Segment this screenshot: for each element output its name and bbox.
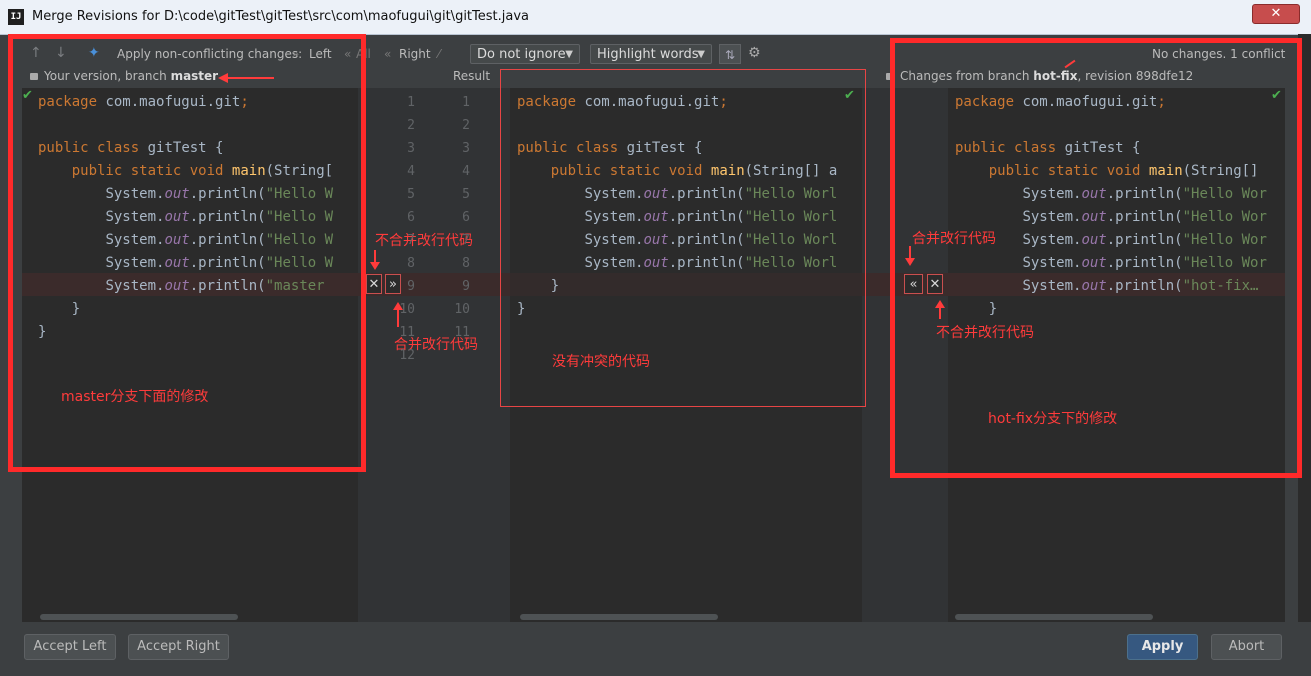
wand-icon[interactable]: ⁄ [438, 47, 440, 61]
result-scrollbar[interactable] [520, 614, 718, 620]
highlight-dropdown-value: Highlight words [597, 47, 699, 62]
line-number: 6 [407, 210, 415, 225]
line-number: 5 [407, 187, 415, 202]
arrow-left-icon [218, 73, 228, 83]
apply-right-link[interactable]: Right [399, 47, 431, 61]
arrow-down-icon [905, 258, 915, 266]
sync-scroll-icon[interactable]: ⇅ [719, 44, 741, 64]
line-number: 1 [407, 95, 415, 110]
chevron-down-icon: ▼ [697, 49, 705, 60]
line-number: 10 [399, 302, 415, 317]
annotation-middle: 没有冲突的代码 [552, 354, 650, 370]
accept-left-button[interactable]: Accept Left [24, 634, 116, 660]
left-scrollbar[interactable] [40, 614, 238, 620]
line-number: 10 [454, 302, 470, 317]
line-number: 5 [462, 187, 470, 202]
arrow-line [228, 77, 274, 79]
line-number: 9 [462, 279, 470, 294]
ignore-dropdown[interactable]: Do not ignore ▼ [470, 44, 580, 64]
line-number: 11 [399, 325, 415, 340]
ignore-dropdown-value: Do not ignore [477, 47, 566, 62]
left-gutter [358, 88, 510, 622]
line-number: 8 [462, 256, 470, 271]
window-title: Merge Revisions for D:\code\gitTest\gitT… [32, 9, 529, 24]
close-button[interactable]: ✕ [1252, 4, 1300, 24]
line-number: 3 [407, 141, 415, 156]
annotation-master: master分支下面的修改 [61, 389, 209, 405]
bottom-bar: Accept Left Accept Right Apply Abort [0, 622, 1311, 676]
line-number: 2 [462, 118, 470, 133]
line-number: 8 [407, 256, 415, 271]
annotation-hotfix: hot-fix分支下的修改 [988, 411, 1118, 427]
right-scrollbar[interactable] [955, 614, 1153, 620]
apply-button[interactable]: Apply [1127, 634, 1198, 660]
intellij-icon: IJ [8, 9, 24, 25]
result-header: Result [453, 69, 491, 83]
abort-button[interactable]: Abort [1211, 634, 1282, 660]
accept-right-button[interactable]: Accept Right [128, 634, 229, 660]
title-bar: IJ Merge Revisions for D:\code\gitTest\g… [0, 0, 1311, 35]
line-number: 9 [407, 279, 415, 294]
double-chevron-left-icon: « [384, 47, 392, 61]
line-number: 4 [462, 164, 470, 179]
gear-icon[interactable]: ⚙ [748, 45, 761, 61]
line-number: 4 [407, 164, 415, 179]
line-number: 12 [399, 348, 415, 363]
line-number: 7 [407, 233, 415, 248]
annotation-right-merge: 合并改行代码 [912, 231, 996, 247]
chevron-down-icon: ▼ [565, 49, 573, 60]
master-highlight-box [8, 34, 366, 472]
line-number: 6 [462, 210, 470, 225]
line-number: 1 [462, 95, 470, 110]
line-number: 2 [407, 118, 415, 133]
line-number: 3 [462, 141, 470, 156]
line-number: 7 [462, 233, 470, 248]
annotation-right-reject: 不合并改行代码 [936, 325, 1034, 341]
arrow-down-icon [370, 262, 380, 270]
arrow-line [939, 307, 941, 319]
line-number: 11 [454, 325, 470, 340]
reject-left-change-button[interactable]: ✕ [366, 274, 382, 294]
highlight-dropdown[interactable]: Highlight words ▼ [590, 44, 712, 64]
